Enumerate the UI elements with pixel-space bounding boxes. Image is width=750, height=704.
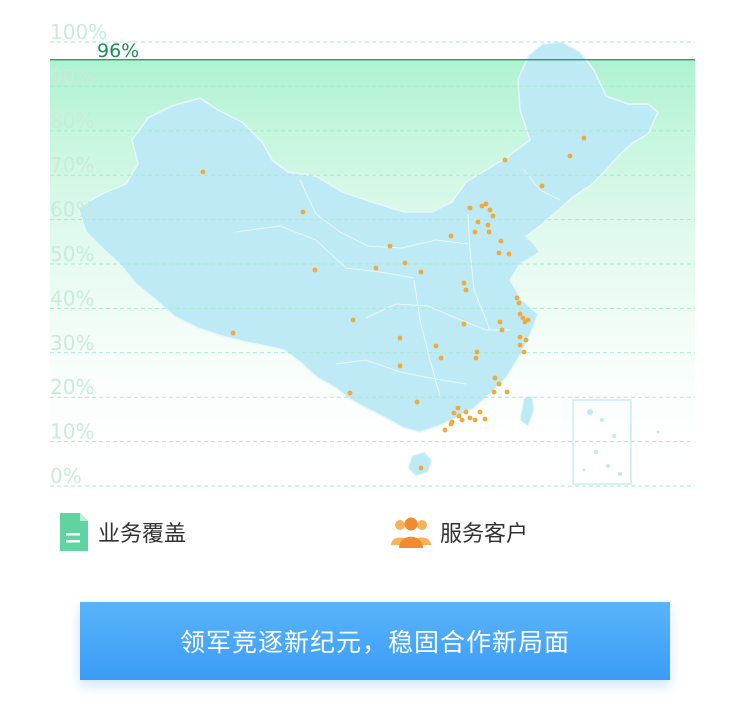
city-dot [492,375,498,381]
city-dot [581,135,587,141]
city-dot [472,229,478,235]
city-dot [473,355,479,361]
city-dot [448,421,454,427]
city-dot [418,269,424,275]
city-dot [472,417,478,423]
legend-coverage-label: 业务覆盖 [98,522,187,547]
city-dot [467,205,473,211]
city-dot [483,201,489,207]
city-dot [504,389,510,395]
city-dot [459,417,465,423]
city-dot [525,317,531,323]
city-dot [438,355,444,361]
legend-customers[interactable]: 服务客户 [390,510,528,554]
city-dot [482,416,488,422]
y-tick-label: 10% [50,420,94,444]
city-dot [502,157,508,163]
y-tick-label: 0% [50,464,82,488]
city-dot [486,229,492,235]
city-dot [461,321,467,327]
city-dot [350,317,356,323]
city-dot [517,342,523,348]
y-tick-label: 50% [50,242,94,266]
city-dot [414,399,420,405]
city-dot [474,349,480,355]
y-tick-label: 70% [50,153,94,177]
cta-button[interactable]: 领军竞逐新纪元，稳固合作新局面 [80,602,670,680]
city-dot [402,260,408,266]
city-dot [463,287,469,293]
legend-coverage[interactable]: 业务覆盖 [58,510,186,554]
city-dot [567,153,573,159]
y-tick-label: 40% [50,286,94,310]
city-dot [463,409,469,415]
city-dot [514,295,520,301]
city-dot [300,209,306,215]
city-dot [499,327,505,333]
city-dot [451,410,457,416]
city-dot [456,413,462,419]
city-dot [485,222,491,228]
city-dot [521,349,527,355]
city-dot [387,243,393,249]
y-tick-label: 90% [50,64,94,88]
city-dot [475,219,481,225]
chart-svg: 0%10%20%30%40%50%60%70%80%90%100% 96% [50,20,695,488]
people-icon [391,517,431,548]
city-dot [448,233,454,239]
city-dot [312,267,318,273]
city-dot [461,280,467,286]
city-dot [491,389,497,395]
city-dot [496,250,502,256]
y-tick-label: 80% [50,109,94,133]
value-label: 96% [97,40,139,62]
document-icon [60,513,88,551]
city-dot [373,265,379,271]
city-dot [433,343,439,349]
city-dot [498,238,504,244]
city-dot [467,415,473,421]
city-dot [517,334,523,340]
city-dot [347,390,353,396]
city-dot [442,427,448,433]
city-dot [523,337,529,343]
city-dot [230,330,236,336]
city-dot [490,213,496,219]
city-dot [496,381,502,387]
value-layer: 96% [50,40,695,62]
y-tick-label: 30% [50,331,94,355]
y-tick-label: 60% [50,198,94,222]
city-dot [200,169,206,175]
city-dot [487,207,493,213]
legend-customers-label: 服务客户 [440,522,529,547]
city-dot [517,311,523,317]
city-dot [477,409,483,415]
y-tick-label: 20% [50,375,94,399]
city-dot [516,300,522,306]
city-dot [418,465,424,471]
city-dot [539,183,545,189]
city-dot [497,319,503,325]
city-dot [397,335,403,341]
city-dot [455,405,461,411]
coverage-map-chart: 0% 10% 20% 30% 40% 50% 60% 70% 80% 90% 100% 96% [0,0,750,500]
city-dot [506,251,512,257]
city-dot [397,363,403,369]
